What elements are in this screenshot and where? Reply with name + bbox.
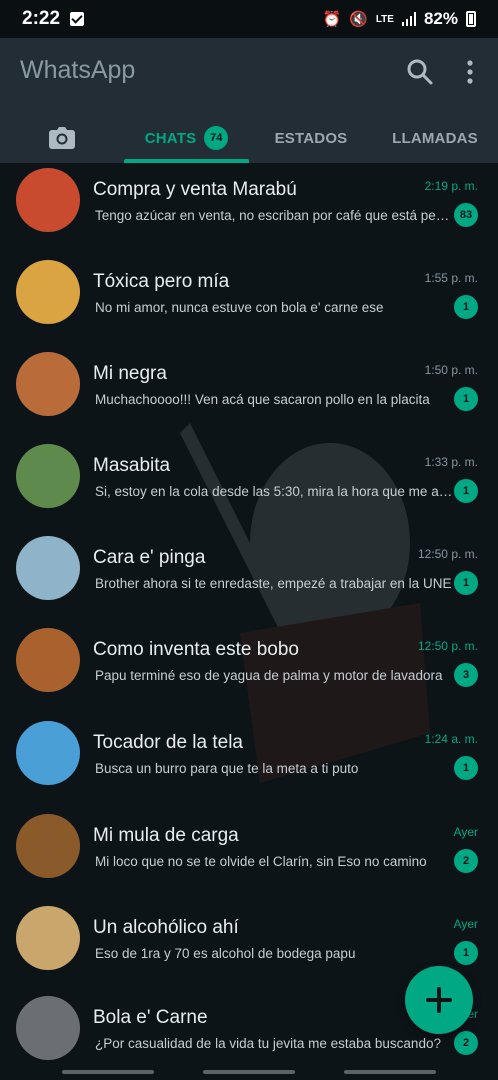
nav-recents-handle[interactable] [344, 1070, 436, 1074]
camera-icon [49, 127, 75, 149]
unread-badge: 1 [454, 479, 478, 503]
chat-row[interactable]: Como inventa este bobo 12:50 p. m. Papu … [0, 623, 498, 715]
chat-preview: Brother ahora si te enredaste, empezé a … [95, 576, 452, 591]
chat-time: 1:33 p. m. [424, 455, 478, 469]
battery-percent: 82% [423, 9, 458, 28]
chat-preview: Papu terminé eso de yagua de palma y mot… [95, 668, 443, 683]
chat-time: 1:24 a. m. [424, 732, 478, 746]
tab-chats[interactable]: CHATS 74 [124, 116, 249, 160]
chat-name: Mi mula de carga [93, 825, 239, 846]
status-icons: ⏰ 🔇 LTE 82% [322, 9, 476, 29]
chat-preview: Si, estoy en la cola desde las 5:30, mir… [95, 484, 453, 499]
chat-row[interactable]: Masabita 1:33 p. m. Si, estoy en la cola… [0, 439, 498, 531]
app-title: WhatsApp [20, 56, 136, 84]
chat-preview: Tengo azúcar en venta, no escriban por c… [95, 208, 453, 223]
app-bar: WhatsApp CHATS 74 ESTADOS LLAMADAS [0, 38, 498, 163]
avatar[interactable] [16, 168, 80, 232]
chat-row[interactable]: Cara e' pinga 12:50 p. m. Brother ahora … [0, 531, 498, 623]
chat-preview: ¿Por casualidad de la vida tu jevita me … [95, 1036, 441, 1051]
new-chat-button[interactable] [405, 966, 473, 1034]
notification-check-icon [70, 12, 85, 26]
chat-time: 1:50 p. m. [424, 363, 478, 377]
avatar[interactable] [16, 352, 80, 416]
unread-badge: 1 [454, 571, 478, 595]
chat-row[interactable]: Tocador de la tela 1:24 a. m. Busca un b… [0, 716, 498, 808]
unread-badge: 1 [454, 941, 478, 965]
chat-list[interactable]: Compra y venta Marabú 2:19 p. m. Tengo a… [0, 163, 498, 1063]
chat-name: Compra y venta Marabú [93, 179, 297, 200]
tab-llamadas-label: LLAMADAS [392, 129, 478, 147]
nav-home-handle[interactable] [203, 1070, 295, 1074]
chat-time: 12:50 p. m. [417, 547, 478, 561]
chat-name: Mi negra [93, 363, 167, 384]
chat-name: Tóxica pero mía [93, 271, 230, 292]
unread-badge: 2 [454, 849, 478, 873]
chat-row[interactable]: Mi negra 1:50 p. m. Muchachoooo!!! Ven a… [0, 347, 498, 439]
avatar[interactable] [16, 444, 80, 508]
chat-name: Bola e' Carne [93, 1007, 208, 1028]
network-type: LTE [375, 13, 394, 25]
avatar[interactable] [16, 536, 80, 600]
chat-preview: Eso de 1ra y 70 es alcohol de bodega pap… [95, 946, 356, 961]
nav-back-handle[interactable] [62, 1070, 154, 1074]
chat-time: 12:50 p. m. [417, 639, 478, 653]
chat-preview: No mi amor, nunca estuve con bola e' car… [95, 300, 384, 315]
chat-preview: Muchachoooo!!! Ven acá que sacaron pollo… [95, 392, 430, 407]
mute-icon: 🔇 [349, 11, 368, 28]
chat-name: Masabita [93, 455, 171, 476]
more-options-icon[interactable] [458, 58, 482, 86]
unread-badge: 1 [454, 756, 478, 780]
chat-name: Un alcohólico ahí [93, 917, 239, 938]
unread-badge: 83 [454, 203, 478, 227]
avatar[interactable] [16, 996, 80, 1060]
chat-time: 2:19 p. m. [424, 179, 478, 193]
system-nav-bar [0, 1062, 498, 1080]
avatar[interactable] [16, 260, 80, 324]
tab-llamadas[interactable]: LLAMADAS [372, 116, 498, 160]
unread-badge: 1 [454, 387, 478, 411]
chat-time: Ayer [453, 917, 478, 931]
status-bar: 2:22 ⏰ 🔇 LTE 82% [0, 0, 498, 38]
tab-estados[interactable]: ESTADOS [256, 116, 366, 160]
chat-time: 1:55 p. m. [424, 271, 478, 285]
tab-chats-badge: 74 [204, 126, 229, 150]
chat-preview: Mi loco que no se te olvide el Clarín, s… [95, 854, 427, 869]
chat-name: Cara e' pinga [93, 547, 206, 568]
chat-name: Tocador de la tela [93, 732, 243, 753]
search-icon[interactable] [406, 58, 434, 86]
tab-estados-label: ESTADOS [274, 129, 348, 147]
unread-badge: 3 [454, 663, 478, 687]
tab-camera[interactable] [36, 116, 88, 160]
battery-icon [466, 11, 476, 27]
avatar[interactable] [16, 814, 80, 878]
chat-name: Como inventa este bobo [93, 639, 299, 660]
tab-chats-label: CHATS [144, 129, 197, 147]
avatar[interactable] [16, 628, 80, 692]
tab-bar: CHATS 74 ESTADOS LLAMADAS [0, 116, 498, 163]
avatar[interactable] [16, 721, 80, 785]
chat-row[interactable]: Tóxica pero mía 1:55 p. m. No mi amor, n… [0, 255, 498, 347]
chat-row[interactable]: Mi mula de carga Ayer Mi loco que no se … [0, 809, 498, 901]
unread-badge: 1 [454, 295, 478, 319]
status-time: 2:22 [22, 8, 61, 29]
unread-badge: 2 [454, 1031, 478, 1055]
chat-time: Ayer [453, 825, 478, 839]
chat-preview: Busca un burro para que te la meta a ti … [95, 761, 359, 776]
plus-icon [426, 987, 452, 1013]
signal-icon [401, 12, 416, 26]
chat-row[interactable]: Compra y venta Marabú 2:19 p. m. Tengo a… [0, 163, 498, 255]
avatar[interactable] [16, 906, 80, 970]
alarm-icon: ⏰ [322, 11, 342, 28]
